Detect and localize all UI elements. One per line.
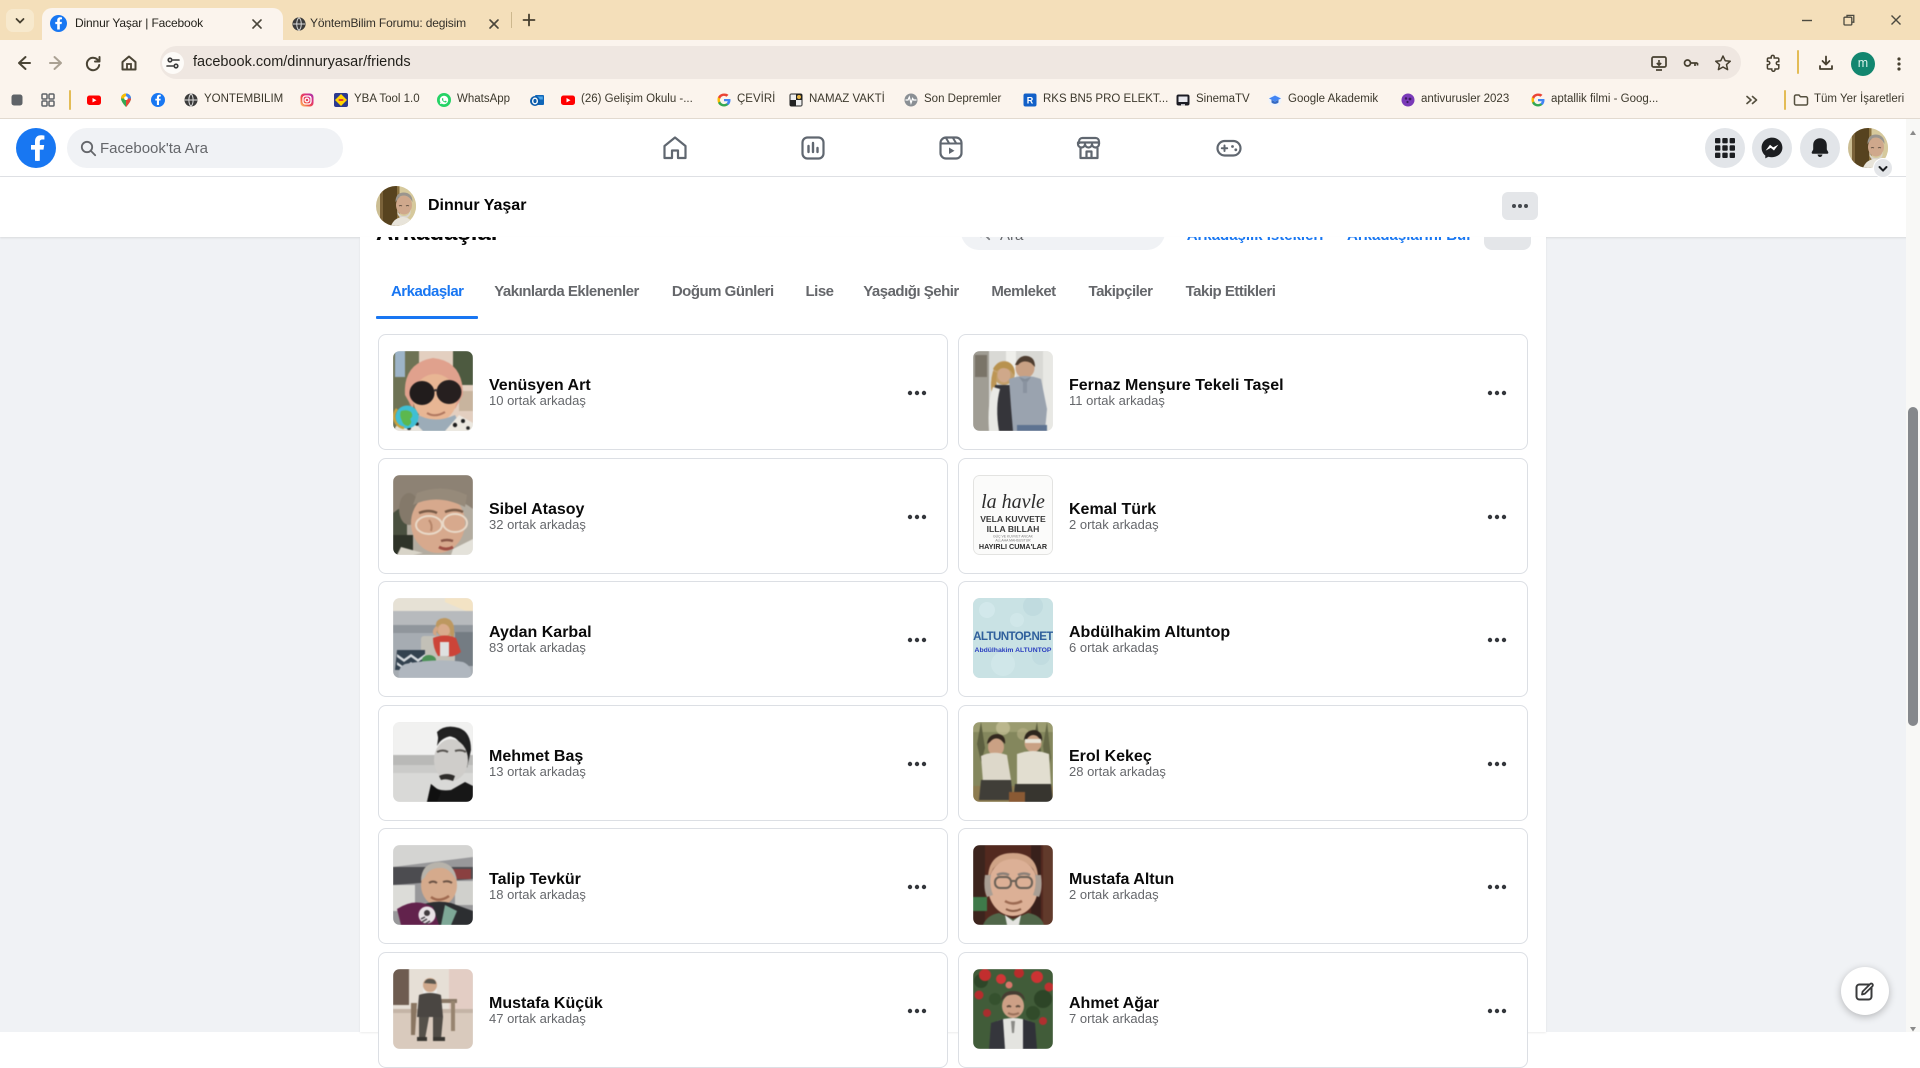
svg-text:R: R [1027, 96, 1034, 106]
svg-text:la havle: la havle [981, 491, 1045, 513]
svg-text:ALTUNTOP.NET: ALTUNTOP.NET [973, 630, 1053, 643]
svg-text:ILLA BILLAH: ILLA BILLAH [987, 524, 1040, 534]
svg-text:HAYIRLI CUMA'LAR: HAYIRLI CUMA'LAR [979, 542, 1048, 551]
svg-text:VELA KUVVETE: VELA KUVVETE [980, 514, 1046, 524]
svg-text:Abdülhakim ALTUNTOP: Abdülhakim ALTUNTOP [975, 647, 1052, 654]
